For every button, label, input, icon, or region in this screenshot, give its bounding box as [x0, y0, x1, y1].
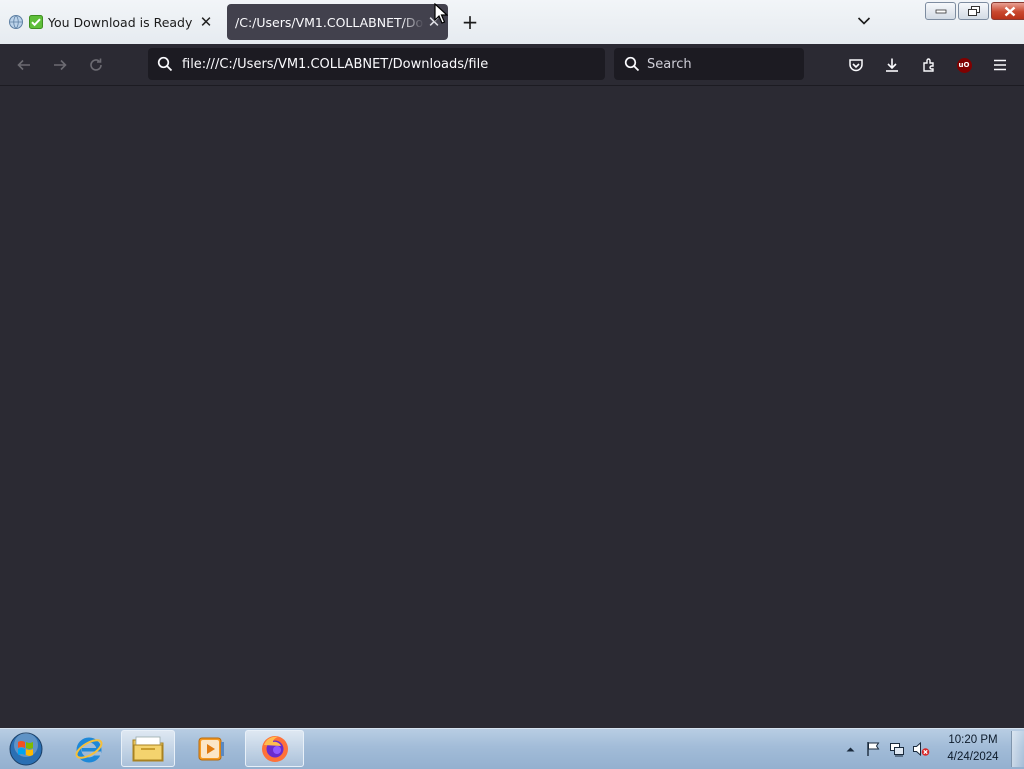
forward-button[interactable]	[46, 52, 74, 78]
start-orb-icon	[9, 732, 43, 766]
tab-downloads-file[interactable]: /C:/Users/VM1.COLLABNET/Downloads/file ✕	[227, 4, 448, 40]
search-icon	[621, 56, 643, 72]
clock-time: 10:20 PM	[948, 734, 998, 746]
back-button[interactable]	[10, 52, 38, 78]
app-menu-button[interactable]	[989, 54, 1011, 76]
clock-date: 4/24/2024	[947, 751, 999, 763]
action-center-tray[interactable]	[861, 741, 885, 757]
tab-strip: You Download is Ready ✕ /C:/Users/VM1.CO…	[0, 0, 1024, 44]
extensions-button[interactable]	[918, 54, 940, 76]
network-icon	[890, 743, 904, 757]
chevron-down-icon	[857, 17, 871, 25]
new-tab-button[interactable]: +	[458, 10, 482, 34]
search-placeholder[interactable]: Search	[647, 57, 692, 72]
arrow-left-icon	[17, 59, 30, 71]
firefox-icon	[261, 735, 288, 762]
mouse-cursor-icon	[434, 3, 448, 24]
search-bar[interactable]: Search	[614, 48, 804, 80]
taskbar-internet-explorer[interactable]	[62, 730, 116, 767]
file-explorer-icon	[132, 736, 164, 761]
tab-close-icon[interactable]: ✕	[196, 12, 216, 32]
reload-icon	[90, 58, 102, 71]
ublock-origin-button[interactable]: uO	[953, 54, 975, 76]
tab-title: You Download is Ready	[48, 14, 193, 30]
extensions-icon	[923, 58, 934, 72]
flag-icon	[867, 742, 880, 756]
taskbar-media-player[interactable]	[184, 730, 238, 767]
volume-tray[interactable]	[909, 741, 933, 757]
system-clock[interactable]: 10:20 PM 4/24/2024	[940, 732, 1006, 766]
url-text[interactable]: file:///C:/Users/VM1.COLLABNET/Downloads…	[182, 57, 488, 72]
navigation-toolbar: file:///C:/Users/VM1.COLLABNET/Downloads…	[0, 44, 1024, 86]
restore-icon	[967, 5, 980, 16]
show-desktop-button[interactable]	[1011, 731, 1024, 767]
start-button[interactable]	[6, 731, 46, 767]
check-mark-icon	[28, 14, 44, 30]
taskbar-firefox[interactable]	[245, 730, 304, 767]
restore-button[interactable]	[958, 2, 989, 20]
taskbar-file-explorer[interactable]	[121, 730, 175, 767]
search-icon	[154, 56, 176, 72]
reload-button[interactable]	[82, 52, 110, 78]
window-controls	[925, 2, 1024, 20]
arrow-right-icon	[54, 59, 67, 71]
chevron-up-icon	[846, 747, 854, 752]
ublock-origin-icon: uO	[956, 57, 972, 73]
pocket-button[interactable]	[845, 54, 867, 76]
show-hidden-icons-button[interactable]	[843, 746, 857, 752]
network-tray[interactable]	[885, 741, 909, 757]
volume-muted-icon	[913, 741, 930, 757]
menu-icon	[994, 59, 1006, 71]
minimize-icon	[935, 9, 946, 14]
system-tray	[843, 729, 933, 769]
windows-taskbar: 10:20 PM 4/24/2024	[0, 728, 1024, 769]
internet-explorer-icon	[75, 737, 103, 762]
tab-download-ready[interactable]: You Download is Ready ✕	[4, 4, 220, 40]
address-bar[interactable]: file:///C:/Users/VM1.COLLABNET/Downloads…	[148, 48, 605, 80]
page-globe-icon	[8, 14, 24, 30]
minimize-button[interactable]	[925, 2, 956, 20]
list-all-tabs-button[interactable]	[853, 10, 875, 32]
close-icon	[1004, 6, 1016, 16]
close-window-button[interactable]	[991, 2, 1024, 20]
downloads-icon	[886, 58, 898, 72]
page-content	[0, 86, 1024, 728]
media-player-icon	[198, 737, 224, 760]
pocket-icon	[849, 59, 863, 72]
tab-title: /C:/Users/VM1.COLLABNET/Downloads/file	[235, 14, 424, 30]
downloads-button[interactable]	[881, 54, 903, 76]
